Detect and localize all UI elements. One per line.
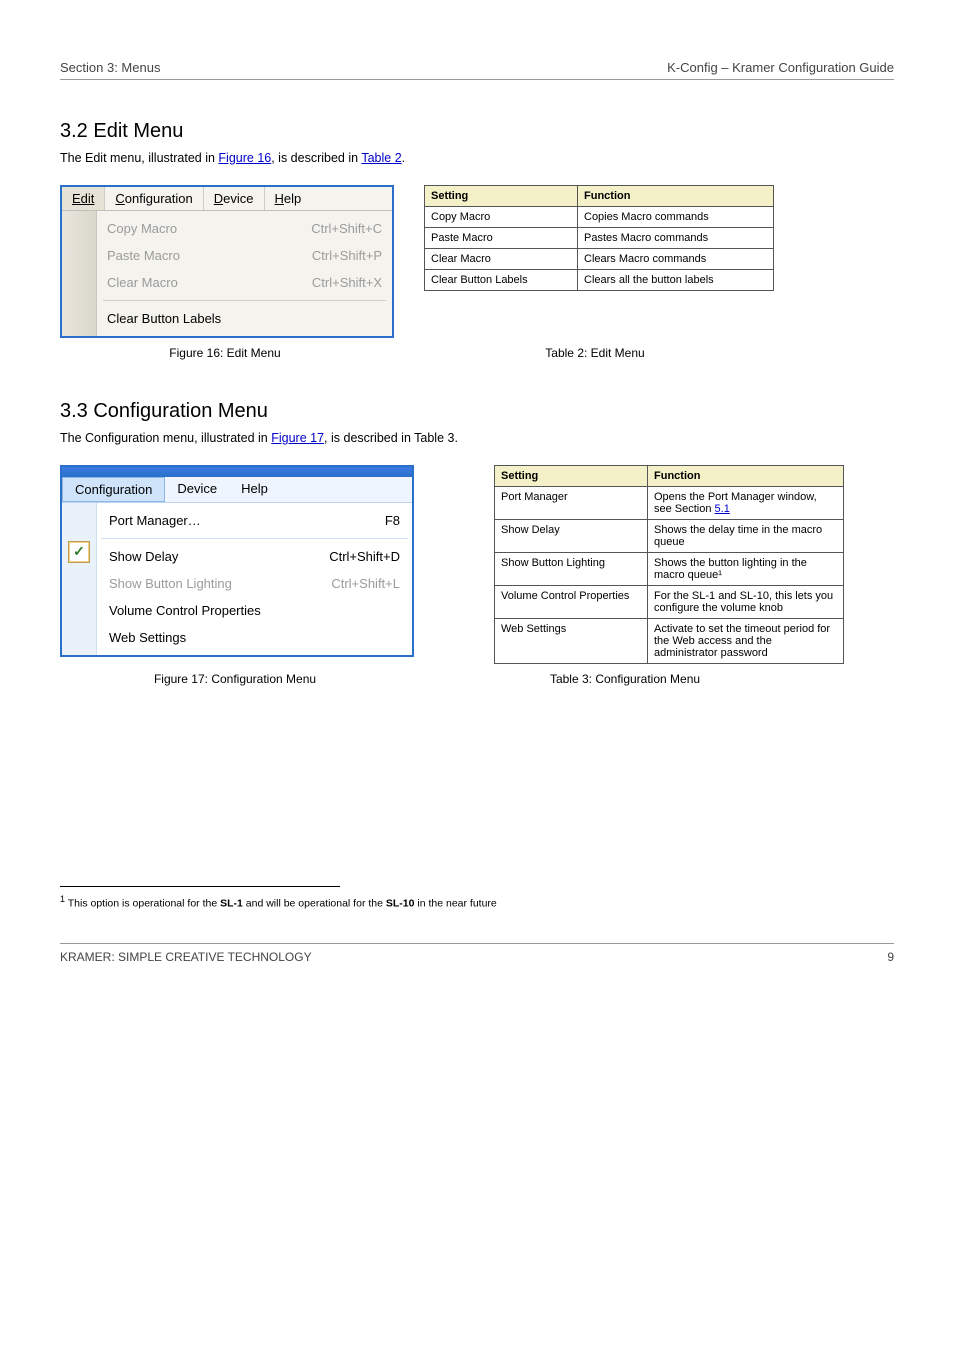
check-icon: ✓ bbox=[68, 541, 90, 563]
menubar-device-2[interactable]: Device bbox=[165, 477, 229, 502]
footer-page: 9 bbox=[887, 950, 894, 964]
menu-item-web-settings[interactable]: Web Settings bbox=[107, 624, 402, 651]
menu-item-port-manager[interactable]: Port Manager… F8 bbox=[107, 507, 402, 534]
edit-table-h0: Setting bbox=[425, 186, 578, 207]
config-table-h0: Setting bbox=[495, 466, 648, 487]
table-row: Volume Control PropertiesFor the SL-1 an… bbox=[495, 586, 844, 619]
menu-item-paste-macro: Paste Macro Ctrl+Shift+P bbox=[103, 242, 386, 269]
header-left: Section 3: Menus bbox=[60, 60, 160, 75]
edit-section-desc: The Edit menu, illustrated in Figure 16,… bbox=[60, 149, 894, 167]
table3-ref: Table 3 bbox=[414, 431, 454, 445]
figure16-caption: Figure 16: Edit Menu bbox=[60, 346, 390, 360]
config-menu-screenshot: Configuration Device Help ✓ Port Manager… bbox=[60, 465, 414, 657]
table-row: Port Manager Opens the Port Manager wind… bbox=[495, 487, 844, 520]
table3-caption: Table 3: Configuration Menu bbox=[440, 672, 810, 686]
menubar-configuration-2[interactable]: Configuration bbox=[62, 477, 165, 502]
section-5-1-link[interactable]: 5.1 bbox=[715, 503, 730, 515]
menubar-configuration[interactable]: Configuration bbox=[105, 187, 203, 210]
menu-item-show-delay[interactable]: Show Delay Ctrl+Shift+D bbox=[107, 543, 402, 570]
table2-link[interactable]: Table 2 bbox=[361, 151, 401, 165]
edit-table-h1: Function bbox=[578, 186, 774, 207]
menu-item-show-button-lighting: Show Button Lighting Ctrl+Shift+L bbox=[107, 570, 402, 597]
menubar-device[interactable]: Device bbox=[204, 187, 265, 210]
table-row: Web SettingsActivate to set the timeout … bbox=[495, 619, 844, 664]
table-row: Copy MacroCopies Macro commands bbox=[425, 207, 774, 228]
table-row: Show Button LightingShows the button lig… bbox=[495, 553, 844, 586]
table-row: Paste MacroPastes Macro commands bbox=[425, 228, 774, 249]
menubar-edit[interactable]: Edit bbox=[62, 187, 105, 210]
table-row: Show DelayShows the delay time in the ma… bbox=[495, 520, 844, 553]
config-section-title: 3.3 Configuration Menu bbox=[60, 400, 894, 423]
table2-caption: Table 2: Edit Menu bbox=[420, 346, 770, 360]
menubar-help-2[interactable]: Help bbox=[229, 477, 280, 502]
menu-item-volume-control[interactable]: Volume Control Properties bbox=[107, 597, 402, 624]
menu-item-clear-macro: Clear Macro Ctrl+Shift+X bbox=[103, 269, 386, 296]
footnote-rule bbox=[60, 886, 340, 887]
figure16-link[interactable]: Figure 16 bbox=[218, 151, 271, 165]
table-row: Clear MacroClears Macro commands bbox=[425, 249, 774, 270]
menubar-help[interactable]: Help bbox=[265, 187, 312, 210]
menu-item-copy-macro: Copy Macro Ctrl+Shift+C bbox=[103, 215, 386, 242]
footnote: 1 This option is operational for the SL-… bbox=[60, 893, 894, 911]
edit-table: Setting Function Copy MacroCopies Macro … bbox=[424, 185, 774, 291]
figure17-caption: Figure 17: Configuration Menu bbox=[60, 672, 410, 686]
config-section-desc: The Configuration menu, illustrated in F… bbox=[60, 429, 894, 447]
edit-section-title: 3.2 Edit Menu bbox=[60, 120, 894, 143]
table-row: Clear Button LabelsClears all the button… bbox=[425, 270, 774, 291]
config-table-h1: Function bbox=[648, 466, 844, 487]
config-table: Setting Function Port Manager Opens the … bbox=[494, 465, 844, 664]
footer-left: KRAMER: SIMPLE CREATIVE TECHNOLOGY bbox=[60, 950, 312, 964]
figure17-link[interactable]: Figure 17 bbox=[271, 431, 324, 445]
menu-item-clear-button-labels[interactable]: Clear Button Labels bbox=[103, 305, 386, 332]
header-right: K-Config – Kramer Configuration Guide bbox=[667, 60, 894, 75]
edit-menu-screenshot: Edit Configuration Device Help Copy Macr… bbox=[60, 185, 394, 338]
